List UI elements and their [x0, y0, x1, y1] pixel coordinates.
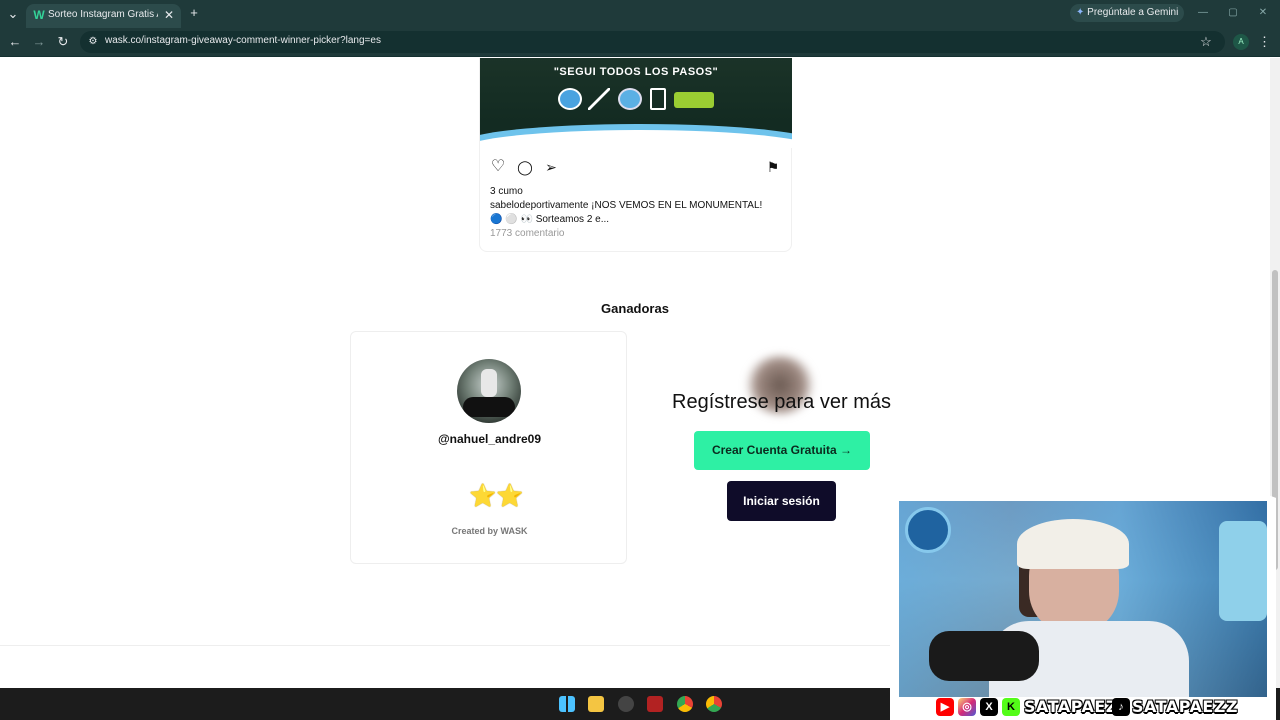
register-title: Regístrese para ver más: [672, 391, 891, 413]
share-send-icon[interactable]: ➢: [542, 158, 560, 176]
address-bar[interactable]: ⚙ wask.co/instagram-giveaway-comment-win…: [80, 31, 1225, 53]
tiktok-icon: ♪: [1112, 698, 1130, 716]
close-window-button[interactable]: ✕: [1256, 5, 1270, 21]
created-by-label: Created by WASK: [451, 526, 528, 536]
post-banner-text: "SEGUI TODOS LOS PASOS": [553, 66, 719, 78]
bookmark-star-icon[interactable]: ☆: [1198, 34, 1214, 50]
post-caption: sabelodeportivamente ¡NOS VEMOS EN EL MO…: [490, 200, 762, 211]
stars-icon: ⭐⭐: [469, 483, 524, 508]
sponsor-logo-icon: [650, 88, 666, 110]
wask-favicon-icon: W: [33, 8, 45, 22]
webcam-overlay: ▶ ◎ X K SATAPAEZ ♪ SATAPAEZZ: [890, 491, 1276, 720]
sabelo-logo-icon: [674, 92, 714, 108]
obs-icon[interactable]: [618, 696, 634, 712]
file-explorer-icon[interactable]: [588, 696, 604, 712]
winner-card: @nahuel_andre09 ⭐⭐ Created by WASK: [350, 331, 627, 564]
tab-list-button[interactable]: ⌄: [5, 6, 21, 22]
winner-username[interactable]: @nahuel_andre09: [351, 432, 628, 446]
post-caption-line-2: 🔵 ⚪ 👀 Sorteamos 2 e...: [490, 214, 610, 225]
post-comment-count[interactable]: 1773 comentario: [490, 228, 565, 239]
webcam-feed: [899, 501, 1267, 697]
like-heart-icon[interactable]: ♡: [489, 158, 507, 176]
new-tab-button[interactable]: +: [186, 5, 202, 21]
kick-icon: K: [1002, 698, 1020, 716]
team-logo-icon: [905, 507, 951, 553]
login-button[interactable]: Iniciar sesión: [727, 481, 836, 521]
comment-bubble-icon[interactable]: ◯: [516, 158, 534, 176]
tab-title: Sorteo Instagram Gratis App - S: [48, 9, 158, 20]
sponsor-logo-icon: [618, 88, 642, 110]
social-handle-2: SATAPAEZZ: [1132, 697, 1238, 716]
forward-icon[interactable]: →: [31, 34, 47, 50]
chrome-profile-icon[interactable]: [706, 696, 722, 712]
x-icon: X: [980, 698, 998, 716]
hanging-jersey: [1219, 521, 1267, 621]
post-likes: 3 cumo: [490, 186, 523, 197]
chrome-icon[interactable]: [677, 696, 693, 712]
social-handle-1: SATAPAEZ: [1024, 697, 1118, 716]
tab-close-icon[interactable]: ✕: [164, 8, 174, 22]
browser-tab[interactable]: W Sorteo Instagram Gratis App - S ✕: [26, 4, 181, 28]
windows-start-icon[interactable]: [559, 696, 575, 712]
url-text: wask.co/instagram-giveaway-comment-winne…: [105, 35, 381, 46]
sponsor-logo-icon: [588, 88, 610, 110]
instagram-icon: ◎: [958, 698, 976, 716]
youtube-icon: ▶: [936, 698, 954, 716]
minimize-button[interactable]: —: [1196, 5, 1210, 21]
streamer-cap: [1017, 519, 1129, 569]
gemini-button[interactable]: ✦ Pregúntale a Gemini: [1070, 4, 1185, 22]
save-bookmark-icon[interactable]: ⚑: [764, 158, 782, 176]
avatar-motorcycle: [463, 397, 515, 417]
browser-toolbar: ← → ↻ ⚙ wask.co/instagram-giveaway-comme…: [0, 28, 1280, 57]
caption-text: ¡NOS VEMOS EN EL MONUMENTAL!: [588, 200, 763, 211]
winner-avatar: [457, 359, 521, 423]
reload-icon[interactable]: ↻: [55, 34, 71, 50]
social-handles-bar: ▶ ◎ X K SATAPAEZ ♪ SATAPAEZZ: [936, 697, 1238, 717]
maximize-button[interactable]: ▢: [1226, 5, 1240, 21]
microphone: [929, 631, 1039, 681]
gemini-sparkle-icon: ✦: [1076, 7, 1085, 18]
browser-menu-icon[interactable]: ⋮: [1258, 34, 1271, 50]
avatar-figure: [481, 369, 497, 397]
browser-tab-bar: ⌄ W Sorteo Instagram Gratis App - S ✕ + …: [0, 0, 1280, 28]
caption-username[interactable]: sabelodeportivamente: [490, 200, 588, 211]
app-icon[interactable]: [647, 696, 663, 712]
winners-section-title: Ganadoras: [601, 301, 669, 316]
instagram-post-card: "SEGUI TODOS LOS PASOS" ♡ ◯ ➢ ⚑ 3 cumo s…: [479, 58, 792, 252]
create-free-account-button[interactable]: Crear Cuenta Gratuita →: [694, 431, 870, 470]
post-image: "SEGUI TODOS LOS PASOS": [480, 58, 792, 148]
gemini-label: Pregúntale a Gemini: [1087, 7, 1179, 18]
back-icon[interactable]: ←: [7, 34, 23, 50]
profile-avatar[interactable]: A: [1233, 34, 1249, 50]
site-info-icon[interactable]: ⚙: [86, 34, 100, 50]
sponsor-logo-icon: [558, 88, 582, 110]
